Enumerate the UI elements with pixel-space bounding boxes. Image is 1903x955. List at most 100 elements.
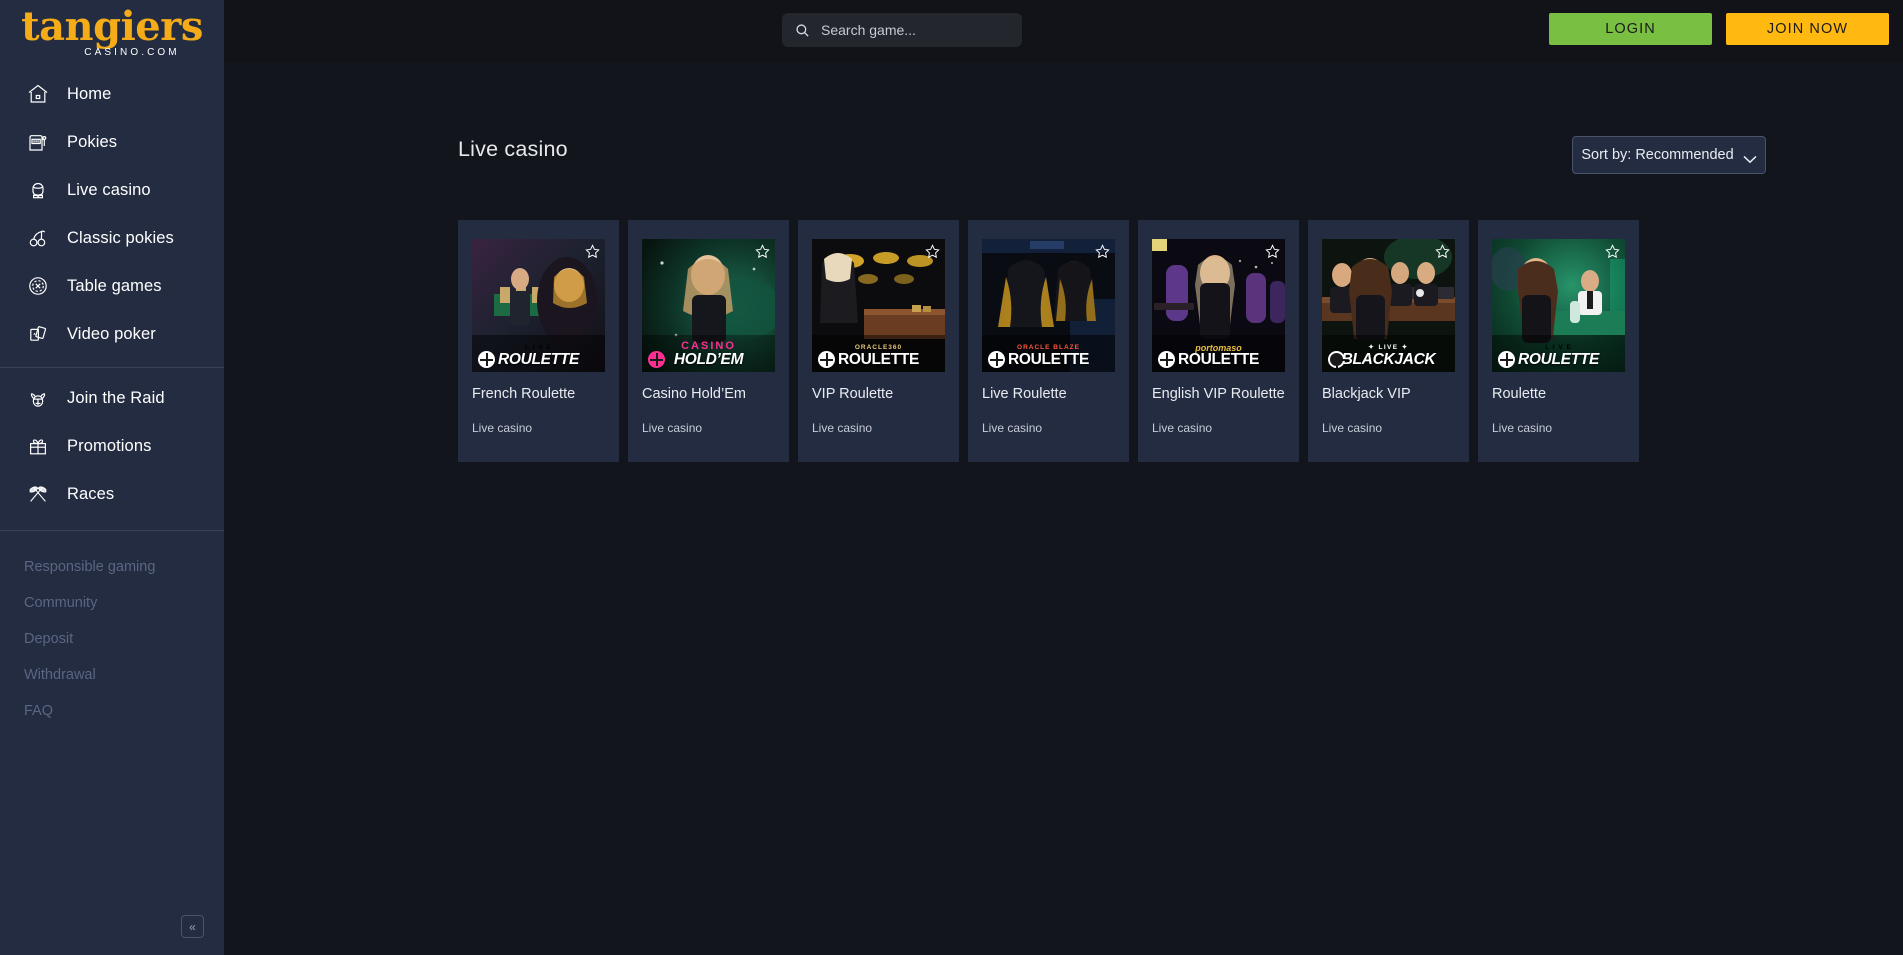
brand-logo-subtitle: CASINO.COM	[84, 47, 180, 58]
favorite-star-icon[interactable]	[1265, 244, 1280, 259]
game-thumbnail: ✦ LIVE ✦ BLACKJACK	[1322, 239, 1455, 372]
sidebar-divider-1	[0, 367, 224, 368]
sort-by-dropdown[interactable]: Sort by: Recommended	[1572, 136, 1766, 174]
game-grid: L I V E ROULETTE French Roulette Live ca…	[458, 220, 1639, 462]
sidebar-item-label: Classic pokies	[67, 228, 174, 247]
game-title: VIP Roulette	[812, 386, 894, 402]
sidebar-item-home[interactable]: Home	[0, 70, 224, 118]
join-now-button[interactable]: JOIN NOW	[1726, 13, 1889, 45]
game-title: French Roulette	[472, 386, 576, 402]
sidebar-link-faq[interactable]: FAQ	[0, 693, 224, 729]
banner-main-text: ROULETTE	[497, 351, 580, 368]
sidebar-item-pokies[interactable]: Pokies	[0, 118, 224, 166]
sidebar-divider-2	[0, 530, 224, 531]
banner-main-text: BLACKJACK	[1341, 351, 1436, 368]
favorite-star-icon[interactable]	[755, 244, 770, 259]
favorite-star-icon[interactable]	[1095, 244, 1110, 259]
sidebar-item-join-the-raid[interactable]: Join the Raid	[0, 374, 224, 422]
brand-logo[interactable]: tangiers CASINO.COM	[0, 0, 224, 62]
game-thumbnail: ORACLE360 ROULETTE	[812, 239, 945, 372]
game-card[interactable]: ORACLE BLAZE ROULETTE Live Roulette Live…	[968, 220, 1129, 462]
gift-icon	[24, 432, 52, 460]
search-box[interactable]	[782, 13, 1022, 47]
game-category: Live casino	[1322, 421, 1383, 435]
sidebar-footer-links: Responsible gaming Community Deposit Wit…	[0, 543, 224, 729]
brand-logo-name: tangiers	[21, 3, 203, 50]
playing-cards-icon	[24, 320, 52, 348]
roulette-wheel-icon	[1158, 351, 1175, 368]
game-card[interactable]: L I V E ROULETTE French Roulette Live ca…	[458, 220, 619, 462]
game-category: Live casino	[472, 421, 533, 435]
roulette-wheel-icon	[478, 351, 495, 368]
banner-main-text: ROULETTE	[837, 351, 920, 368]
sidebar-item-video-poker[interactable]: Video poker	[0, 310, 224, 358]
page-root: tangiers CASINO.COM Home Pokies Live cas…	[0, 0, 1903, 955]
sidebar-collapse-button[interactable]: «	[181, 915, 204, 938]
banner-main-text: ROULETTE	[1517, 351, 1600, 368]
banner-main-text: HOLD’EM	[673, 351, 744, 368]
sidebar: tangiers CASINO.COM Home Pokies Live cas…	[0, 0, 224, 955]
blackjack-chip-icon	[1328, 351, 1345, 368]
favorite-star-icon[interactable]	[1435, 244, 1450, 259]
search-input[interactable]	[821, 22, 1001, 38]
double-chevron-left-icon: «	[189, 919, 196, 934]
roulette-wheel-icon	[1498, 351, 1515, 368]
sidebar-item-label: Join the Raid	[67, 388, 165, 407]
sidebar-item-promotions[interactable]: Promotions	[0, 422, 224, 470]
game-thumbnail: portomaso ROULETTE	[1152, 239, 1285, 372]
roulette-wheel-icon	[818, 351, 835, 368]
game-title: English VIP Roulette	[1152, 386, 1285, 402]
game-thumbnail: L I V E ROULETTE	[1492, 239, 1625, 372]
game-title: Casino Hold’Em	[642, 386, 746, 402]
main-area: LOGIN JOIN NOW Live casino Sort by: Reco…	[224, 0, 1903, 955]
search-icon	[795, 23, 810, 38]
sidebar-link-responsible-gaming[interactable]: Responsible gaming	[0, 549, 224, 585]
game-card[interactable]: L I V E ROULETTE Roulette Live casino	[1478, 220, 1639, 462]
sidebar-item-label: Video poker	[67, 324, 156, 343]
favorite-star-icon[interactable]	[585, 244, 600, 259]
sidebar-link-deposit[interactable]: Deposit	[0, 621, 224, 657]
game-thumbnail: CASINO HOLD’EM	[642, 239, 775, 372]
sidebar-item-classic-pokies[interactable]: Classic pokies	[0, 214, 224, 262]
game-thumbnail: L I V E ROULETTE	[472, 239, 605, 372]
sidebar-item-label: Pokies	[67, 132, 118, 151]
game-title: Live Roulette	[982, 386, 1067, 402]
login-button[interactable]: LOGIN	[1549, 13, 1712, 45]
sidebar-item-table-games[interactable]: Table games	[0, 262, 224, 310]
top-header: LOGIN JOIN NOW	[224, 0, 1903, 62]
content-area: Live casino Sort by: Recommended L I V E…	[224, 62, 1903, 955]
page-title: Live casino	[458, 137, 568, 161]
game-card[interactable]: ORACLE360 ROULETTE VIP Roulette Live cas…	[798, 220, 959, 462]
sidebar-primary-nav: Home Pokies Live casino Classic pokies T…	[0, 62, 224, 729]
game-card[interactable]: portomaso ROULETTE English VIP Roulette …	[1138, 220, 1299, 462]
casino-chip-icon	[24, 272, 52, 300]
game-title: Blackjack VIP	[1322, 386, 1411, 402]
roulette-wheel-icon	[988, 351, 1005, 368]
poker-chip-icon	[648, 351, 665, 368]
banner-main-text: ROULETTE	[1007, 351, 1090, 368]
cherries-icon	[24, 224, 52, 252]
sidebar-item-label: Table games	[67, 276, 162, 295]
sidebar-item-live-casino[interactable]: Live casino	[0, 166, 224, 214]
banner-main-text: ROULETTE	[1177, 351, 1260, 368]
game-category: Live casino	[1492, 421, 1553, 435]
slot-machine-icon	[24, 128, 52, 156]
sidebar-item-races[interactable]: Races	[0, 470, 224, 518]
live-dealer-icon	[24, 176, 52, 204]
chevron-down-icon	[1743, 151, 1757, 163]
sidebar-item-label: Live casino	[67, 180, 151, 199]
sort-by-label: Sort by: Recommended	[1581, 147, 1734, 163]
game-category: Live casino	[1152, 421, 1213, 435]
favorite-star-icon[interactable]	[925, 244, 940, 259]
sidebar-item-label: Promotions	[67, 436, 152, 455]
game-thumbnail: ORACLE BLAZE ROULETTE	[982, 239, 1115, 372]
game-card[interactable]: CASINO HOLD’EM Casino Hold’Em Live casin…	[628, 220, 789, 462]
sidebar-link-withdrawal[interactable]: Withdrawal	[0, 657, 224, 693]
game-category: Live casino	[812, 421, 873, 435]
game-card[interactable]: ✦ LIVE ✦ BLACKJACK Blackjack VIP Live ca…	[1308, 220, 1469, 462]
sidebar-item-label: Home	[67, 84, 112, 103]
sidebar-link-community[interactable]: Community	[0, 585, 224, 621]
viking-helmet-icon	[24, 384, 52, 412]
favorite-star-icon[interactable]	[1605, 244, 1620, 259]
home-icon	[24, 80, 52, 108]
